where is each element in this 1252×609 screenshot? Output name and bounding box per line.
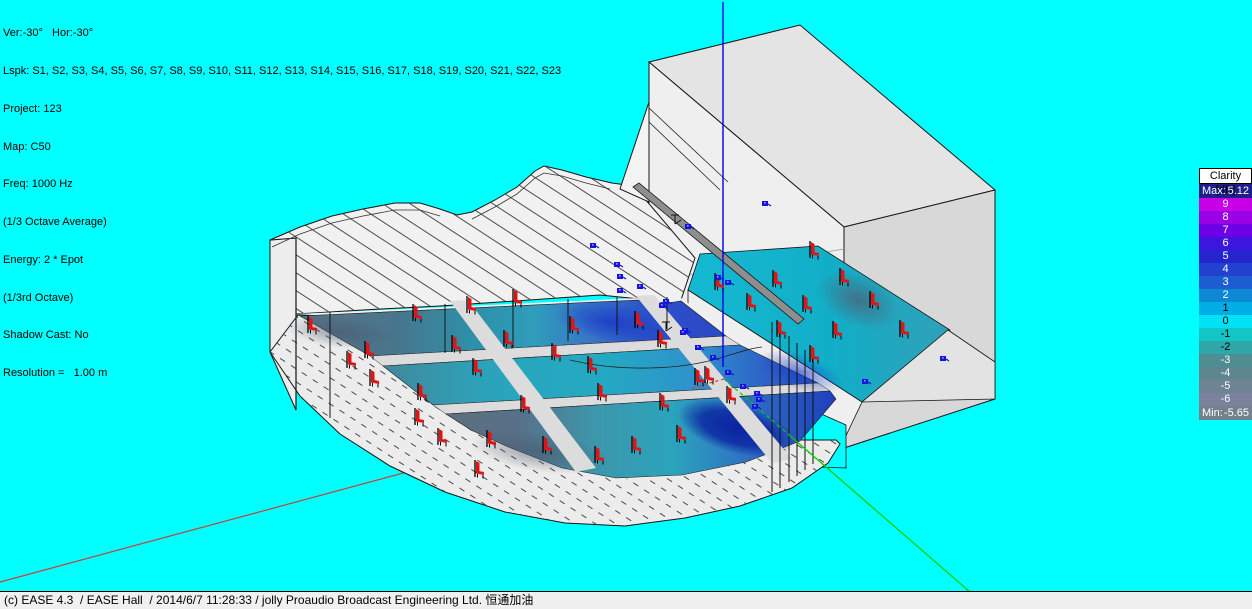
- map-type: Map: C50: [3, 141, 561, 154]
- legend-band: 0: [1199, 315, 1252, 328]
- view-angles: Ver:-30° Hor:-30°: [3, 27, 561, 40]
- legend-band: 7: [1199, 224, 1252, 237]
- legend-band: 8: [1199, 211, 1252, 224]
- legend-band: -1: [1199, 328, 1252, 341]
- legend-band: 3: [1199, 276, 1252, 289]
- octave-average: (1/3 Octave Average): [3, 216, 561, 229]
- legend-min-label: Min:: [1202, 406, 1223, 420]
- legend-band: -5: [1199, 380, 1252, 393]
- legend-band: -6: [1199, 393, 1252, 406]
- legend-band: 5: [1199, 250, 1252, 263]
- loudspeaker-list: Lspk: S1, S2, S3, S4, S5, S6, S7, S8, S9…: [3, 65, 561, 78]
- legend-band: -4: [1199, 367, 1252, 380]
- resolution: Resolution = 1.00 m: [3, 367, 561, 380]
- shadow-cast: Shadow Cast: No: [3, 329, 561, 342]
- legend-max-value: 5.12: [1228, 184, 1249, 198]
- legend-band: 4: [1199, 263, 1252, 276]
- legend-band: 2: [1199, 289, 1252, 302]
- legend-min-row: Min: -5.65: [1199, 406, 1252, 420]
- legend-max-row: Max: 5.12: [1199, 184, 1252, 198]
- legend-title: Clarity [dB]: [1199, 168, 1252, 184]
- clarity-legend: Clarity [dB] Max: 5.12 9876543210-1-2-3-…: [1199, 168, 1252, 420]
- status-bar: (c) EASE 4.3 / EASE Hall / 2014/6/7 11:2…: [0, 591, 1252, 609]
- energy-setting: Energy: 2 * Epot: [3, 254, 561, 267]
- frequency: Freq: 1000 Hz: [3, 178, 561, 191]
- legend-band: -3: [1199, 354, 1252, 367]
- legend-max-label: Max:: [1202, 184, 1226, 198]
- x-axis-line: [0, 455, 470, 582]
- octave-setting: (1/3rd Octave): [3, 292, 561, 305]
- legend-bands: 9876543210-1-2-3-4-5-6: [1199, 198, 1252, 406]
- ease-3d-mapping-window: Ver:-30° Hor:-30° Lspk: S1, S2, S3, S4, …: [0, 0, 1252, 609]
- y-axis-line: [788, 434, 970, 592]
- project-name: Project: 123: [3, 103, 561, 116]
- legend-band: -2: [1199, 341, 1252, 354]
- legend-min-value: -5.65: [1224, 406, 1249, 420]
- map-info-panel: Ver:-30° Hor:-30° Lspk: S1, S2, S3, S4, …: [3, 2, 561, 392]
- legend-band: 6: [1199, 237, 1252, 250]
- legend-band: 9: [1199, 198, 1252, 211]
- legend-band: 1: [1199, 302, 1252, 315]
